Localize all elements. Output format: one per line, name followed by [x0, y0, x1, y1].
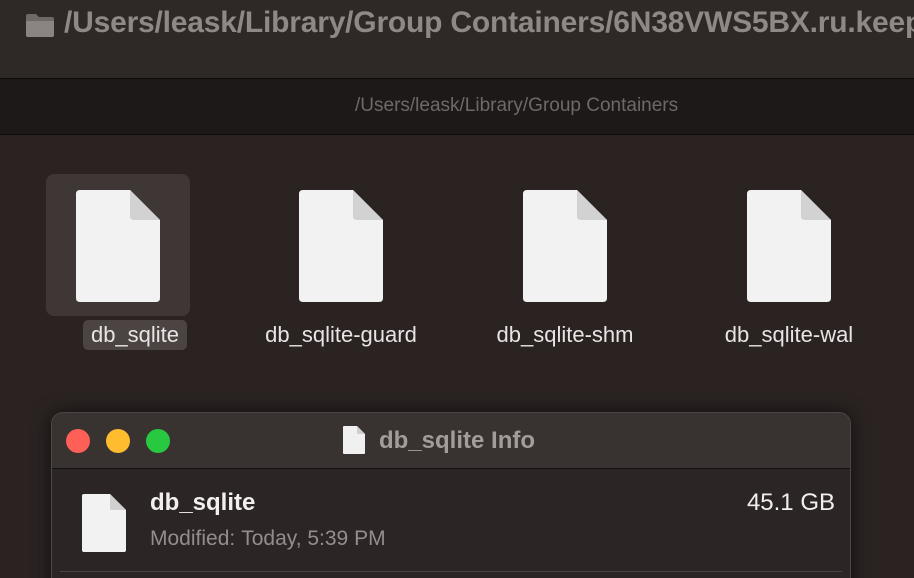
folder-icon: [26, 14, 54, 37]
info-general-section: db_sqlite 45.1 GB Modified: Today, 5:39 P…: [52, 469, 850, 578]
file-name: db_sqlite: [23, 320, 247, 350]
file-icon-wrap: [717, 174, 861, 316]
window-title: /Users/leask/Library/Group Containers/6N…: [64, 6, 914, 39]
file-item-db-sqlite-guard[interactable]: db_sqlite-guard: [229, 174, 453, 364]
info-window: db_sqlite Info db_sqlite 45.1 GB Modifie…: [51, 412, 851, 578]
file-icon-wrap: [493, 174, 637, 316]
section-divider: [60, 571, 842, 572]
finder-window: /Users/leask/Library/Group Containers/6N…: [0, 0, 914, 578]
info-file-size: 45.1 GB: [746, 489, 835, 516]
file-icon-wrap: [269, 174, 413, 316]
document-icon: [343, 426, 365, 454]
file-name: db_sqlite-wal: [724, 322, 854, 347]
info-title-bar[interactable]: db_sqlite Info: [52, 413, 850, 469]
file-name: db_sqlite-shm: [496, 322, 634, 347]
document-icon: [747, 190, 831, 302]
file-item-db-sqlite-shm[interactable]: db_sqlite-shm: [453, 174, 677, 364]
file-name: db_sqlite-guard: [265, 322, 417, 347]
info-file-name: db_sqlite: [150, 489, 256, 516]
modified-value: Today, 5:39 PM: [241, 527, 386, 550]
path-text[interactable]: /Users/leask/Library/Group Containers: [355, 95, 678, 117]
document-icon: [299, 190, 383, 302]
document-icon: [523, 190, 607, 302]
document-icon: [82, 494, 126, 552]
zoom-button[interactable]: [146, 429, 170, 453]
close-button[interactable]: [66, 429, 90, 453]
info-window-title: db_sqlite Info: [379, 427, 535, 454]
file-item-db-sqlite[interactable]: db_sqlite: [23, 174, 247, 364]
file-icon-highlight: [46, 174, 190, 316]
info-modified: Modified: Today, 5:39 PM: [150, 527, 386, 551]
modified-label: Modified:: [150, 527, 236, 550]
document-icon: [76, 190, 160, 302]
path-bar: /Users/leask/Library/Group Containers: [0, 79, 914, 134]
file-item-db-sqlite-wal[interactable]: db_sqlite-wal: [677, 174, 901, 364]
path-bar-divider: [0, 134, 914, 135]
title-bar: /Users/leask/Library/Group Containers/6N…: [0, 0, 914, 78]
minimize-button[interactable]: [106, 429, 130, 453]
